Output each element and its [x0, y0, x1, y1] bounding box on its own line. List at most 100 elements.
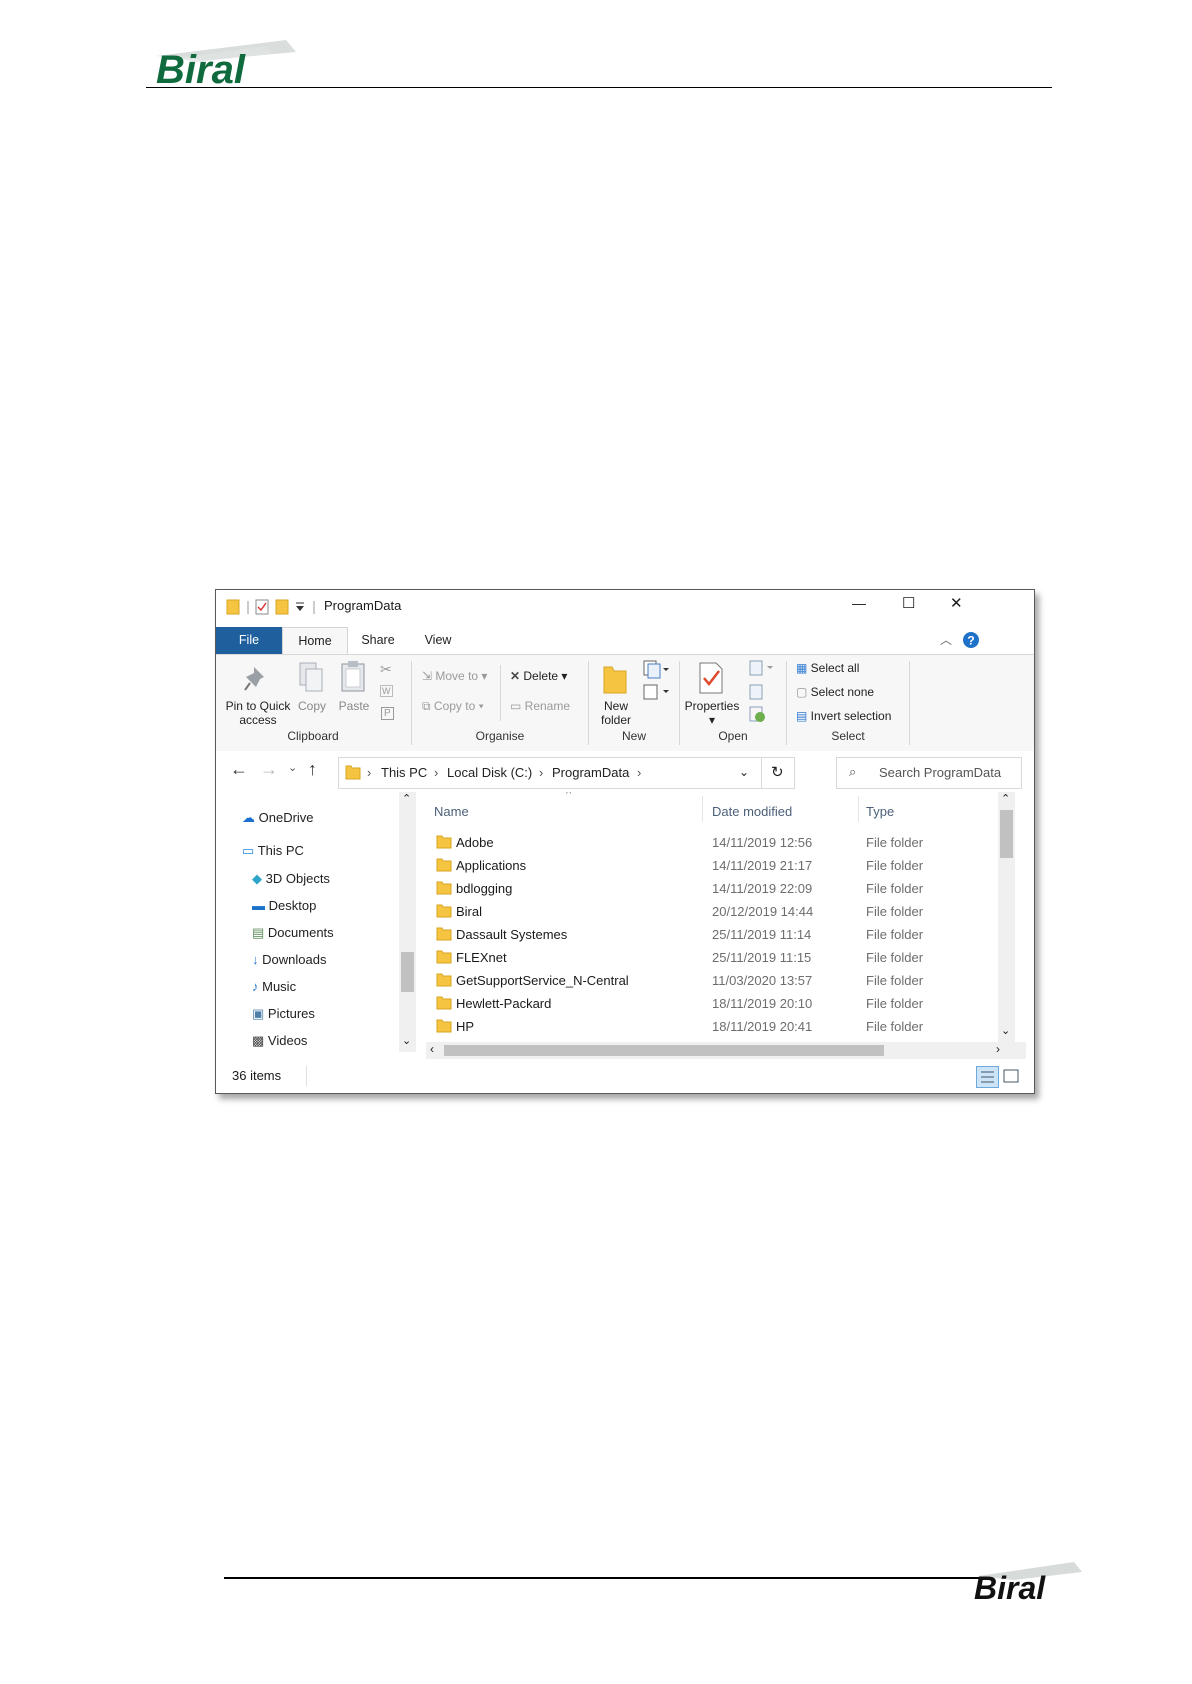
svg-text:?: ? [967, 634, 974, 648]
column-header-name[interactable]: Name [434, 804, 469, 819]
file-list-scrollbar[interactable]: ⌃ ⌄ [998, 792, 1015, 1042]
file-name: Hewlett-Packard [456, 996, 552, 1011]
copy-button[interactable]: Copy [294, 699, 330, 713]
column-divider[interactable] [858, 796, 859, 822]
folder-icon [436, 1019, 452, 1033]
scroll-right-icon[interactable]: › [996, 1042, 1000, 1056]
paste-button[interactable]: Paste [334, 699, 374, 713]
rename-button[interactable]: ▭ Rename [510, 699, 570, 713]
tab-file[interactable]: File [216, 627, 282, 654]
nav-item-music[interactable]: ♪ Music [252, 979, 296, 994]
folder-icon [436, 950, 452, 964]
cut-icon[interactable]: ✂ [380, 661, 392, 678]
file-type: File folder [866, 881, 924, 896]
scrollbar-thumb[interactable] [444, 1045, 884, 1056]
file-date: 11/03/2020 13:57 [712, 973, 813, 988]
scrollbar-thumb[interactable] [401, 952, 414, 992]
close-button[interactable]: ✕ [950, 594, 963, 612]
invert-selection-icon: ▤ [796, 709, 811, 723]
file-date: 14/11/2019 22:09 [712, 881, 813, 896]
breadcrumb-programdata[interactable]: ProgramData [552, 765, 629, 780]
scroll-left-icon[interactable]: ‹ [430, 1042, 434, 1056]
new-folder-button[interactable]: New folder [594, 699, 638, 727]
column-header-date-modified[interactable]: Date modified [712, 804, 792, 819]
file-row[interactable]: FLEXnet 25/11/2019 11:15 File folder [426, 946, 986, 970]
copy-path-icon[interactable]: W [380, 685, 393, 697]
folder-icon [436, 996, 452, 1010]
file-row[interactable]: Hewlett-Packard 18/11/2019 20:10 File fo… [426, 992, 986, 1016]
file-row[interactable]: Applications 14/11/2019 21:17 File folde… [426, 854, 986, 878]
file-name: GetSupportService_N-Central [456, 973, 629, 988]
nav-item-videos[interactable]: ▩ Videos [252, 1033, 307, 1049]
minimize-button[interactable]: — [852, 595, 866, 611]
ribbon-home: Pin to Quick access Copy Paste ✂ W P Cli… [216, 654, 1034, 752]
file-row[interactable]: Adobe 14/11/2019 12:56 File folder [426, 831, 986, 855]
footer-rule [224, 1577, 984, 1579]
open-edit-history-icons[interactable] [748, 659, 780, 725]
properties-button[interactable]: Properties ▾ [682, 699, 742, 727]
search-placeholder: Search ProgramData [879, 765, 1002, 780]
recent-locations-icon[interactable]: ⌄ [288, 761, 297, 774]
view-toggle[interactable] [976, 1066, 1022, 1088]
address-dropdown-icon[interactable]: ⌄ [739, 765, 749, 779]
column-header-type[interactable]: Type [866, 804, 894, 819]
3d-objects-icon: ◆ [252, 871, 262, 886]
new-item-icons[interactable] [640, 659, 670, 705]
help-icon[interactable]: ? [962, 631, 980, 649]
breadcrumb-separator-icon: › [637, 765, 642, 780]
file-explorer-window: ProgramData — ☐ ✕ File Home Share View ︿… [215, 589, 1035, 1094]
invert-selection-button[interactable]: ▤ Invert selection [796, 709, 891, 723]
delete-icon: ✕ [510, 669, 524, 683]
column-divider[interactable] [702, 796, 703, 822]
scrollbar-thumb[interactable] [1000, 810, 1013, 858]
folder-icon [436, 904, 452, 918]
tab-share[interactable]: Share [346, 627, 410, 654]
nav-item-3d-objects[interactable]: ◆ 3D Objects [252, 871, 330, 887]
back-arrow-icon[interactable]: ← [230, 759, 248, 780]
nav-item-pictures[interactable]: ▣ Pictures [252, 1006, 315, 1022]
pin-icon [244, 667, 264, 691]
nav-item-this-pc[interactable]: ▭ This PC [242, 843, 304, 859]
refresh-icon[interactable]: ↻ [771, 763, 784, 781]
collapse-ribbon-icon[interactable]: ︿ [940, 631, 952, 648]
nav-item-downloads[interactable]: ↓ Downloads [252, 952, 326, 967]
navigation-pane-scrollbar[interactable]: ⌃ ⌄ [399, 792, 416, 1052]
pin-to-quick-access-button[interactable]: Pin to Quick access [222, 699, 294, 727]
tab-home[interactable]: Home [282, 627, 348, 655]
nav-item-desktop[interactable]: ▬ Desktop [252, 898, 316, 913]
file-row[interactable]: Dassault Systemes 25/11/2019 11:14 File … [426, 923, 986, 947]
tab-view[interactable]: View [410, 627, 466, 654]
select-all-button[interactable]: ▦ Select all [796, 661, 859, 675]
select-none-button[interactable]: ▢ Select none [796, 685, 874, 699]
breadcrumb-this-pc[interactable]: This PC [381, 765, 427, 780]
nav-item-onedrive[interactable]: ☁ OneDrive [242, 810, 314, 826]
file-type: File folder [866, 996, 924, 1011]
file-row[interactable]: HP 18/11/2019 20:41 File folder [426, 1015, 986, 1039]
move-to-button[interactable]: ⇲ Move to ▾ [422, 669, 487, 683]
nav-item-documents[interactable]: ▤ Documents [252, 925, 334, 941]
file-name: Biral [456, 904, 483, 919]
scroll-down-icon[interactable]: ⌄ [1001, 1024, 1010, 1037]
maximize-button[interactable]: ☐ [902, 594, 915, 612]
item-count: 36 items [232, 1068, 282, 1083]
up-arrow-icon[interactable]: ↑ [308, 759, 317, 780]
breadcrumb-local-disk[interactable]: Local Disk (C:) [447, 765, 532, 780]
file-name: FLEXnet [456, 950, 507, 965]
address-bar[interactable]: › This PC › Local Disk (C:) › ProgramDat… [338, 757, 795, 789]
file-row[interactable]: Biral 20/12/2019 14:44 File folder [426, 900, 986, 924]
file-row[interactable]: GetSupportService_N-Central 11/03/2020 1… [426, 969, 986, 993]
file-name: bdlogging [456, 881, 513, 896]
scroll-down-icon[interactable]: ⌄ [402, 1034, 411, 1047]
search-box[interactable]: ⌕ Search ProgramData [836, 757, 1022, 789]
file-row[interactable]: bdlogging 14/11/2019 22:09 File folder [426, 877, 986, 901]
group-label-new: New [621, 729, 646, 743]
forward-arrow-icon[interactable]: → [260, 759, 278, 780]
copy-to-button[interactable]: ⧉ Copy to ▾ [422, 699, 484, 714]
quick-access-toolbar[interactable] [226, 598, 326, 616]
paste-shortcut-icon[interactable]: P [381, 707, 394, 720]
delete-button[interactable]: ✕ Delete ▾ [510, 669, 567, 683]
group-label-clipboard: Clipboard [287, 729, 339, 743]
scroll-up-icon[interactable]: ⌃ [1001, 792, 1010, 805]
scroll-up-icon[interactable]: ⌃ [402, 792, 411, 805]
horizontal-scrollbar[interactable]: ‹ › [426, 1042, 1026, 1059]
